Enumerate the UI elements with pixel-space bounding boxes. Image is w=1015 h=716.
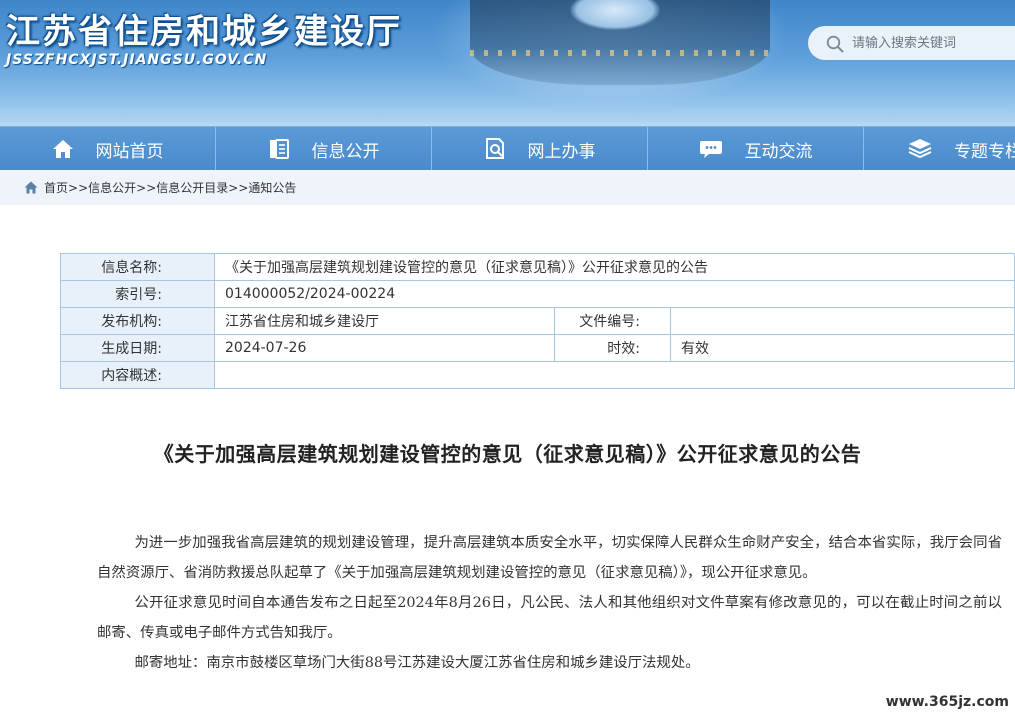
info-summary-value [214, 361, 1015, 389]
table-row: 索引号: 014000052/2024-00224 [60, 280, 1015, 308]
nav-item-online-service[interactable]: 网上办事 [432, 127, 648, 171]
watermark: www.365jz.com [885, 694, 1009, 710]
article-body: 为进一步加强我省高层建筑的规划建设管理，提升高层建筑本质安全水平，切实保障人民群… [97, 528, 1002, 678]
home-icon [52, 140, 73, 158]
nav-item-label: 专题专栏 [954, 141, 1015, 162]
nav-item-label: 网上办事 [527, 141, 596, 162]
nav-item-label: 互动交流 [744, 141, 813, 162]
site-title[interactable]: 江苏省住房和城乡建设厅 [6, 4, 402, 53]
table-row: 发布机构: 江苏省住房和城乡建设厅 文件编号: [60, 307, 1015, 335]
info-validity-label: 时效: [554, 334, 671, 362]
chat-icon [699, 141, 722, 158]
info-publisher-label: 发布机构: [60, 307, 215, 335]
breadcrumb-home[interactable]: 首页 [44, 179, 68, 196]
breadcrumb-separator: >> [68, 180, 89, 195]
info-name-value: 《关于加强高层建筑规划建设管控的意见（征求意见稿）》公开征求意见的公告 [214, 253, 1015, 281]
info-name-label: 信息名称: [60, 253, 215, 281]
info-summary-label: 内容概述: [60, 361, 215, 389]
breadcrumb-info-catalog[interactable]: 信息公开目录 [156, 179, 228, 196]
document-icon [269, 139, 289, 159]
breadcrumb-separator: >> [136, 180, 157, 195]
info-docno-value [670, 307, 1015, 335]
banner-building-image [470, 0, 770, 85]
search-box[interactable] [808, 26, 1015, 60]
search-icon[interactable] [826, 35, 844, 53]
nav-item-label: 网站首页 [95, 141, 164, 162]
info-table: 信息名称: 《关于加强高层建筑规划建设管控的意见（征求意见稿）》公开征求意见的公… [60, 253, 1015, 389]
article-paragraph: 邮寄地址：南京市鼓楼区草场门大街88号江苏建设大厦江苏省住房和城乡建设厅法规处。 [134, 655, 700, 671]
main-nav: 网站首页 信息公开 网上办事 互动交流 专题专栏 [0, 126, 1015, 171]
nav-item-label: 信息公开 [311, 141, 380, 162]
info-index-label: 索引号: [60, 280, 215, 308]
info-publisher-value: 江苏省住房和城乡建设厅 [214, 307, 555, 335]
article-paragraph: 公开征求意见时间自本通告发布之日起至2024年8月26日，凡公民、法人和其他组织… [97, 595, 1002, 641]
info-date-label: 生成日期: [60, 334, 215, 362]
header-banner: 江苏省住房和城乡建设厅 JSSZFHCXJST.JIANGSU.GOV.CN [0, 0, 1015, 126]
info-validity-value: 有效 [670, 334, 1015, 362]
nav-item-info-public[interactable]: 信息公开 [216, 127, 432, 171]
layers-icon [908, 139, 932, 159]
nav-item-home[interactable]: 网站首页 [0, 127, 216, 171]
breadcrumb-separator: >> [228, 180, 249, 195]
table-row: 内容概述: [60, 361, 1015, 389]
site-domain: JSSZFHCXJST.JIANGSU.GOV.CN [6, 52, 268, 68]
table-row: 信息名称: 《关于加强高层建筑规划建设管控的意见（征求意见稿）》公开征求意见的公… [60, 253, 1015, 281]
nav-item-interaction[interactable]: 互动交流 [648, 127, 864, 171]
article-title: 《关于加强高层建筑规划建设管控的意见（征求意见稿）》公开征求意见的公告 [153, 442, 862, 466]
search-input[interactable] [850, 34, 1014, 52]
table-row: 生成日期: 2024-07-26 时效: 有效 [60, 334, 1015, 362]
info-docno-label: 文件编号: [554, 307, 671, 335]
article-paragraph: 为进一步加强我省高层建筑的规划建设管理，提升高层建筑本质安全水平，切实保障人民群… [97, 535, 1002, 581]
info-date-value: 2024-07-26 [214, 334, 555, 362]
breadcrumb-info-public[interactable]: 信息公开 [88, 179, 136, 196]
home-icon[interactable] [24, 181, 38, 194]
info-index-value: 014000052/2024-00224 [214, 280, 1015, 308]
breadcrumb-notices[interactable]: 通知公告 [248, 179, 296, 196]
nav-item-special[interactable]: 专题专栏 [864, 127, 1015, 171]
breadcrumb: 首页 >> 信息公开 >> 信息公开目录 >> 通知公告 [0, 170, 1015, 205]
search-doc-icon [485, 138, 504, 159]
